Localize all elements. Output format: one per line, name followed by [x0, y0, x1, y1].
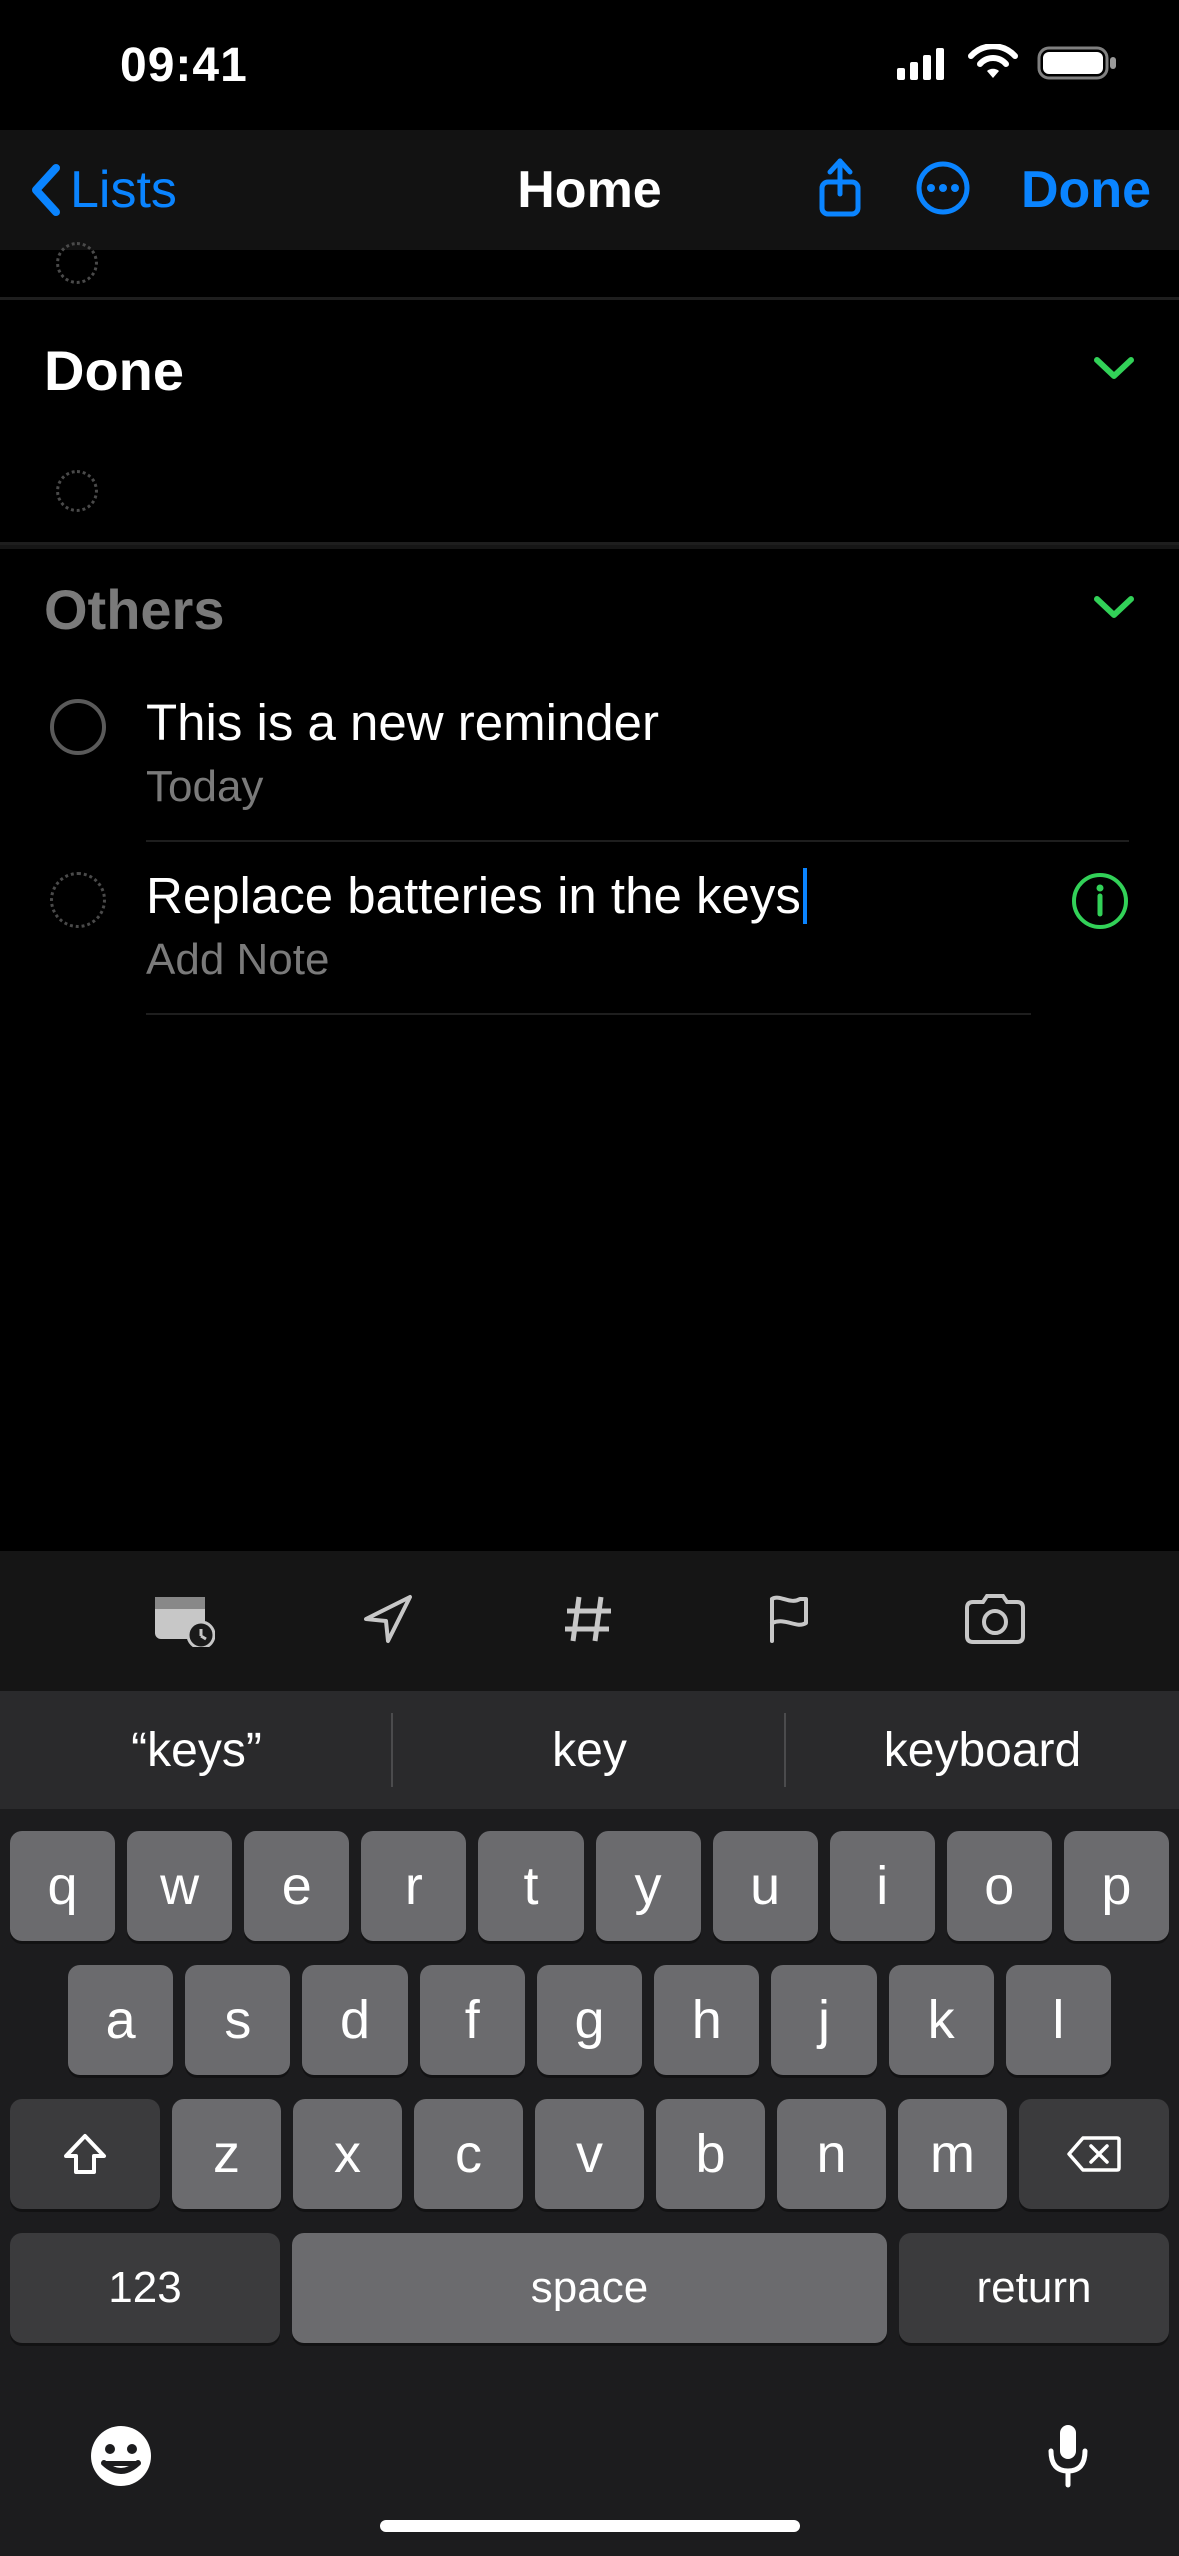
- emoji-icon: [88, 2423, 154, 2489]
- key-space[interactable]: space: [292, 2233, 887, 2343]
- keyboard: q w e r t y u i o p a s d f g h j k l z: [0, 1809, 1179, 2556]
- emoji-button[interactable]: [88, 2423, 154, 2494]
- section-header-done[interactable]: Done: [0, 300, 1179, 440]
- wifi-icon: [967, 44, 1019, 87]
- key-f[interactable]: f: [420, 1965, 525, 2075]
- done-button[interactable]: Done: [1021, 160, 1151, 220]
- key-k[interactable]: k: [889, 1965, 994, 2075]
- share-icon: [815, 158, 865, 218]
- quick-action-toolbar: [0, 1551, 1179, 1691]
- reminder-checkbox[interactable]: [56, 242, 98, 284]
- tag-button[interactable]: [561, 1591, 617, 1652]
- ellipsis-circle-icon: [915, 160, 971, 216]
- empty-done-row[interactable]: [0, 440, 1179, 545]
- key-s[interactable]: s: [185, 1965, 290, 2075]
- key-numbers[interactable]: 123: [10, 2233, 280, 2343]
- key-v[interactable]: v: [535, 2099, 644, 2209]
- key-z[interactable]: z: [172, 2099, 281, 2209]
- key-j[interactable]: j: [771, 1965, 876, 2075]
- chevron-down-icon: [1093, 593, 1135, 626]
- key-c[interactable]: c: [414, 2099, 523, 2209]
- key-m[interactable]: m: [898, 2099, 1007, 2209]
- backspace-icon: [1067, 2134, 1121, 2174]
- shift-icon: [62, 2132, 108, 2176]
- key-l[interactable]: l: [1006, 1965, 1111, 2075]
- key-x[interactable]: x: [293, 2099, 402, 2209]
- calendar-button[interactable]: [153, 1591, 215, 1652]
- key-backspace[interactable]: [1019, 2099, 1169, 2209]
- suggestion-2[interactable]: key: [393, 1691, 786, 1809]
- reminder-title[interactable]: This is a new reminder: [146, 693, 1129, 752]
- key-y[interactable]: y: [596, 1831, 701, 1941]
- share-button[interactable]: [815, 158, 865, 223]
- info-circle-icon: [1071, 872, 1129, 930]
- more-button[interactable]: [915, 160, 971, 221]
- page-title: Home: [517, 160, 661, 220]
- battery-icon: [1037, 44, 1119, 87]
- reminder-row-editing[interactable]: Replace batteries in the keys Add Note: [0, 842, 1179, 1015]
- microphone-icon: [1045, 2421, 1091, 2491]
- key-u[interactable]: u: [713, 1831, 818, 1941]
- status-icons: [897, 44, 1119, 87]
- reminder-note-placeholder[interactable]: Add Note: [146, 935, 1031, 985]
- status-bar: 09:41: [0, 0, 1179, 130]
- previous-section-peek: [0, 250, 1179, 300]
- reminder-title-input[interactable]: Replace batteries in the keys: [146, 866, 1031, 925]
- key-return[interactable]: return: [899, 2233, 1169, 2343]
- key-n[interactable]: n: [777, 2099, 886, 2209]
- key-p[interactable]: p: [1064, 1831, 1169, 1941]
- flag-icon: [762, 1591, 818, 1647]
- key-t[interactable]: t: [478, 1831, 583, 1941]
- section-header-others[interactable]: Others: [0, 549, 1179, 669]
- keyboard-suggestions: “keys” key keyboard: [0, 1691, 1179, 1809]
- key-e[interactable]: e: [244, 1831, 349, 1941]
- key-b[interactable]: b: [656, 2099, 765, 2209]
- reminder-info-button[interactable]: [1071, 866, 1129, 1015]
- section-title: Done: [44, 338, 184, 403]
- key-a[interactable]: a: [68, 1965, 173, 2075]
- key-q[interactable]: q: [10, 1831, 115, 1941]
- back-button[interactable]: Lists: [28, 160, 177, 220]
- dictation-button[interactable]: [1045, 2421, 1091, 2496]
- calendar-icon: [153, 1591, 215, 1647]
- key-i[interactable]: i: [830, 1831, 935, 1941]
- back-label: Lists: [70, 160, 177, 220]
- reminder-subtitle: Today: [146, 762, 1129, 812]
- reminder-checkbox[interactable]: [56, 470, 98, 512]
- key-g[interactable]: g: [537, 1965, 642, 2075]
- text-cursor: [803, 868, 807, 924]
- key-o[interactable]: o: [947, 1831, 1052, 1941]
- suggestion-3[interactable]: keyboard: [786, 1691, 1179, 1809]
- status-time: 09:41: [120, 38, 248, 93]
- camera-button[interactable]: [963, 1594, 1027, 1649]
- cellular-icon: [897, 46, 949, 85]
- home-indicator[interactable]: [380, 2520, 800, 2532]
- suggestion-1[interactable]: “keys”: [0, 1691, 393, 1809]
- key-r[interactable]: r: [361, 1831, 466, 1941]
- key-d[interactable]: d: [302, 1965, 407, 2075]
- camera-icon: [963, 1594, 1027, 1644]
- chevron-left-icon: [28, 162, 64, 218]
- chevron-down-icon: [1093, 354, 1135, 387]
- nav-bar: Lists Home Done: [0, 130, 1179, 250]
- location-icon: [360, 1591, 416, 1647]
- key-h[interactable]: h: [654, 1965, 759, 2075]
- hash-icon: [561, 1591, 617, 1647]
- section-title: Others: [44, 577, 225, 642]
- content-area: Done Others This is a new reminder Today: [0, 250, 1179, 1015]
- key-w[interactable]: w: [127, 1831, 232, 1941]
- key-shift[interactable]: [10, 2099, 160, 2209]
- flag-button[interactable]: [762, 1591, 818, 1652]
- reminder-checkbox[interactable]: [50, 872, 106, 928]
- location-button[interactable]: [360, 1591, 416, 1652]
- reminder-row[interactable]: This is a new reminder Today: [0, 669, 1179, 842]
- reminder-checkbox[interactable]: [50, 699, 106, 755]
